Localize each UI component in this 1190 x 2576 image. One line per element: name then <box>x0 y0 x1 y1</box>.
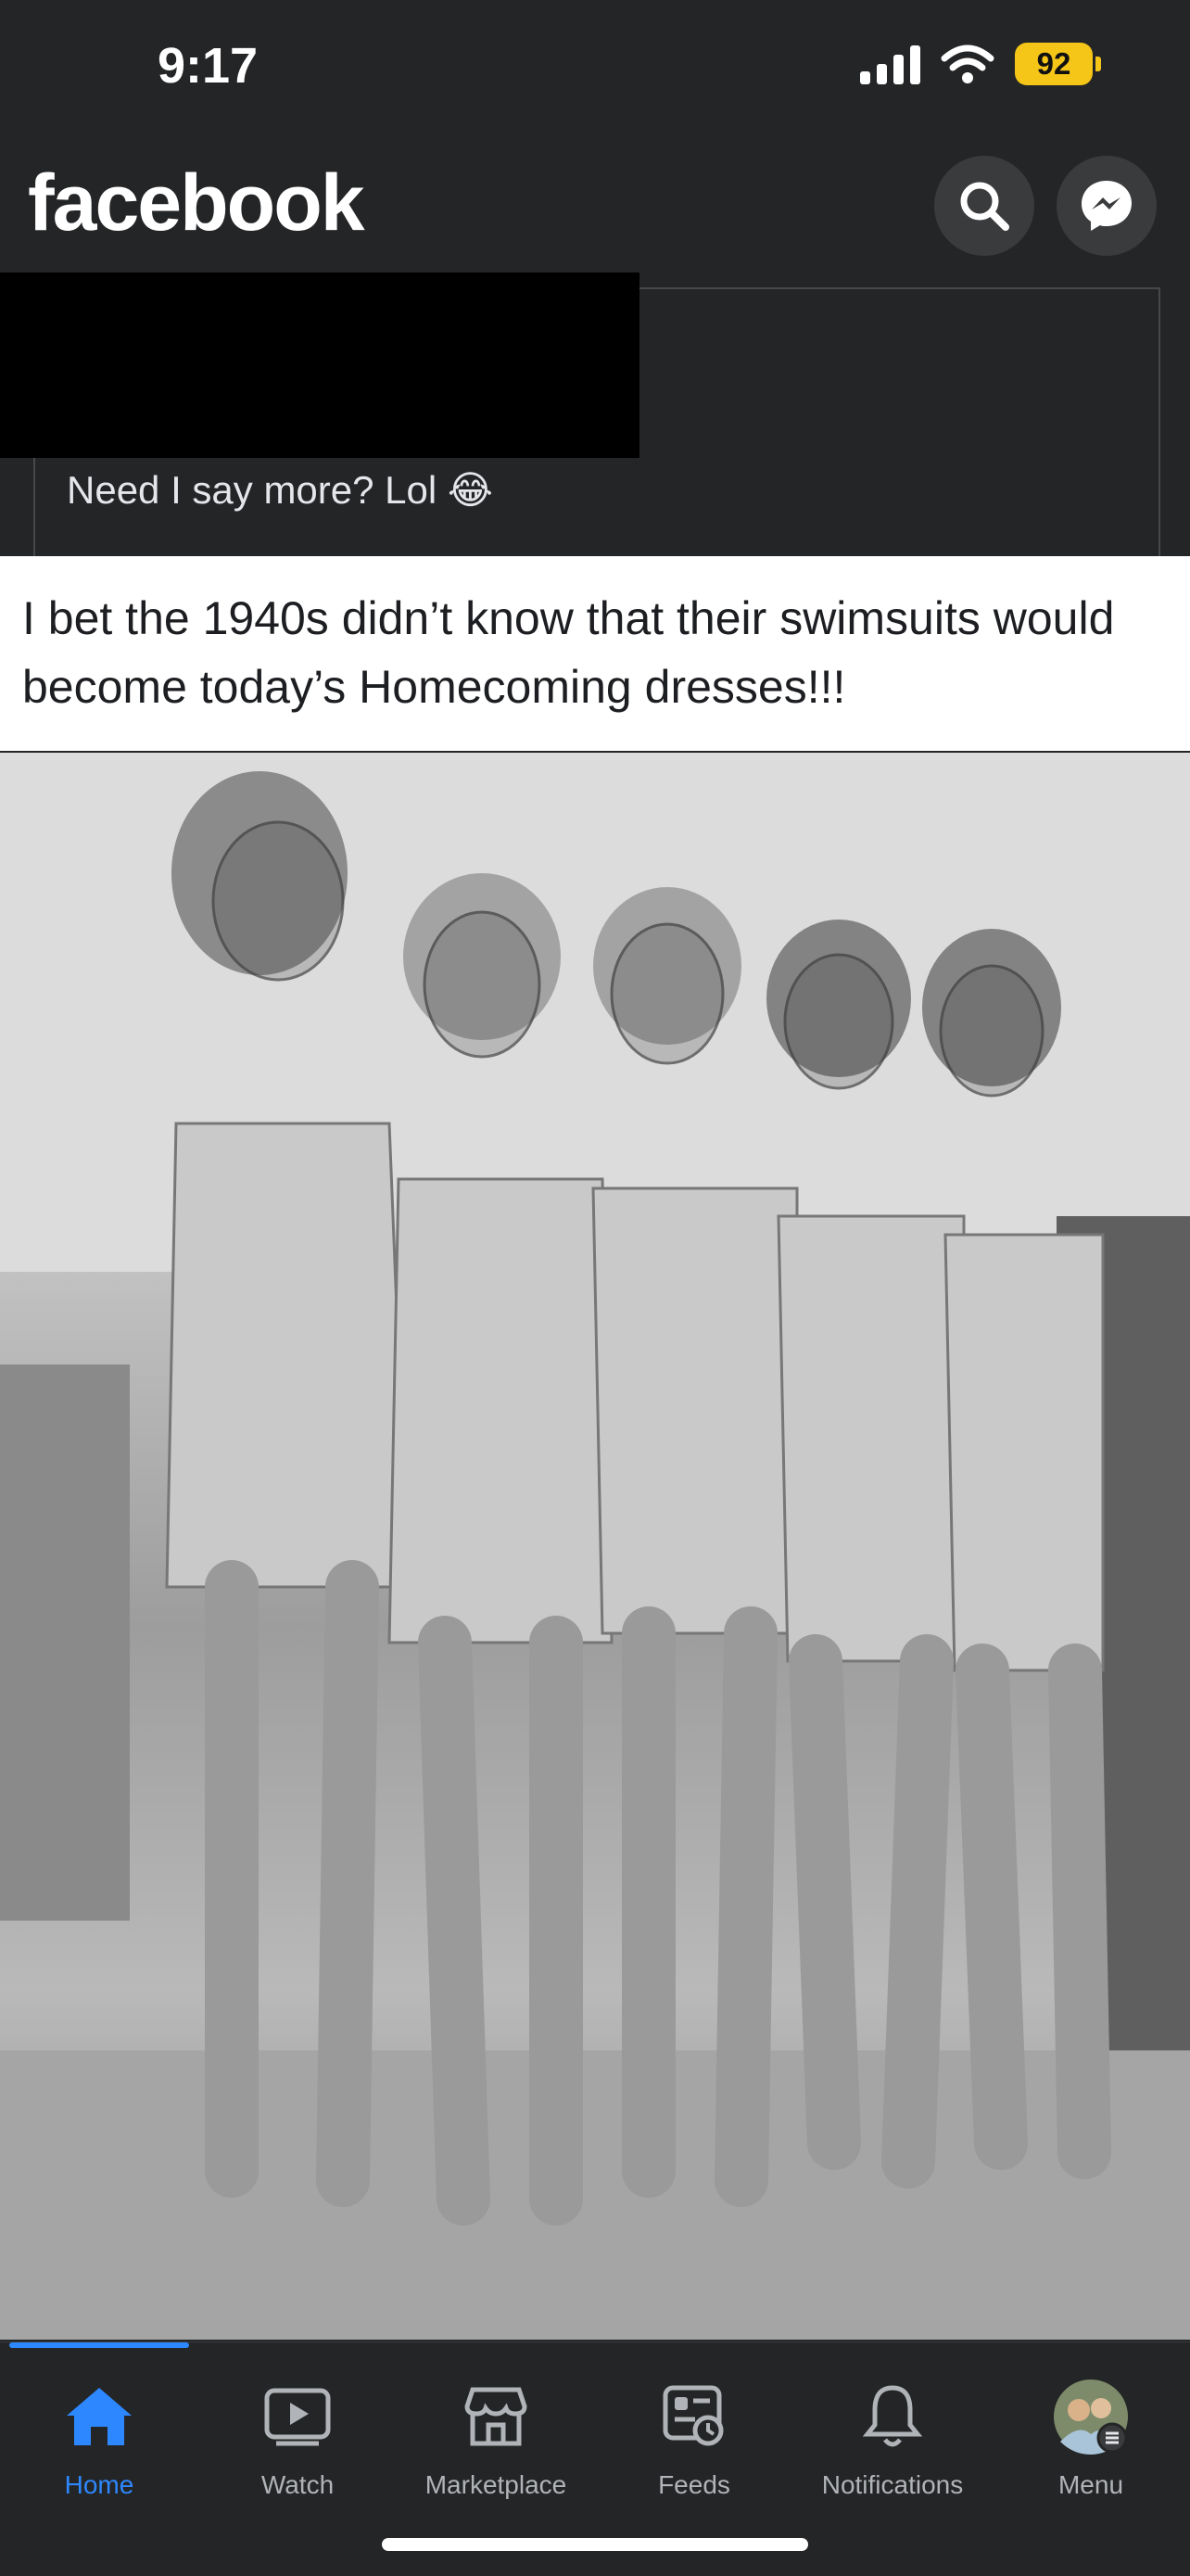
home-icon <box>67 2388 132 2445</box>
search-button[interactable] <box>934 156 1034 256</box>
nav-marketplace-label: Marketplace <box>424 2470 567 2499</box>
status-icons: 92 <box>860 43 1101 85</box>
watch-icon <box>264 2388 331 2446</box>
nav-feeds-label: Feeds <box>658 2470 730 2499</box>
nav-menu[interactable]: Menu <box>992 2342 1190 2500</box>
messenger-button[interactable] <box>1057 156 1157 256</box>
nav-notifications[interactable]: Notifications <box>793 2342 992 2500</box>
search-icon <box>960 182 1009 231</box>
meme-text-box: I bet the 1940s didn’t know that their s… <box>0 556 1190 751</box>
messenger-icon <box>1082 181 1132 231</box>
vintage-swimsuit-photo <box>0 753 1190 2340</box>
nav-notifications-label: Notifications <box>821 2470 964 2499</box>
nav-watch[interactable]: Watch <box>198 2342 397 2500</box>
status-time: 9:17 <box>158 38 259 94</box>
feeds-icon <box>663 2385 724 2446</box>
battery-icon: 92 <box>1015 43 1101 85</box>
nav-watch-label: Watch <box>260 2470 335 2499</box>
signal-icon <box>860 44 920 84</box>
post-photo[interactable] <box>0 753 1190 2340</box>
battery-level: 92 <box>1015 43 1093 85</box>
nav-feeds[interactable]: Feeds <box>595 2342 793 2500</box>
bell-icon <box>862 2385 923 2447</box>
app-header: facebook <box>0 139 1190 273</box>
redacted-author-block <box>0 273 639 458</box>
home-indicator <box>382 2538 808 2551</box>
laughing-emoji: 😂 <box>447 468 493 512</box>
avatar-icon <box>1054 2379 1128 2455</box>
nav-marketplace[interactable]: Marketplace <box>397 2342 595 2500</box>
post-caption: Need I say more? Lol 😂 <box>67 467 493 513</box>
facebook-logo[interactable]: facebook <box>28 158 365 249</box>
post-caption-text: Need I say more? Lol <box>67 468 437 512</box>
nav-home-label: Home <box>64 2470 134 2499</box>
meme-text: I bet the 1940s didn’t know that their s… <box>22 592 1115 713</box>
marketplace-icon <box>464 2387 527 2446</box>
nav-menu-label: Menu <box>1057 2470 1124 2499</box>
wifi-icon <box>941 44 994 83</box>
nav-home[interactable]: Home <box>0 2342 198 2500</box>
status-bar: 9:17 92 <box>0 0 1190 139</box>
